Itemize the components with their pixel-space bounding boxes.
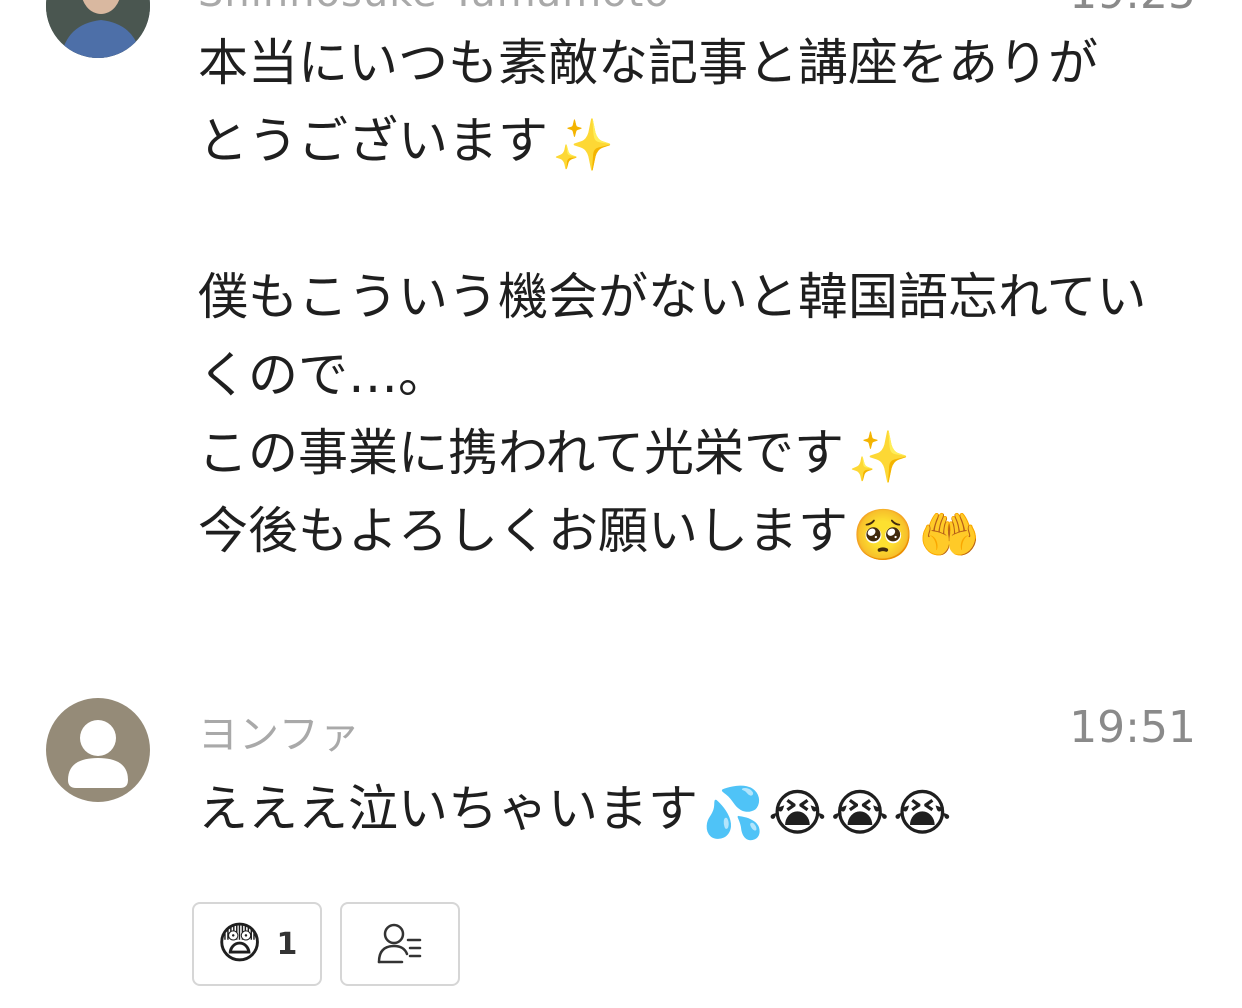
reaction-bar: 😨 1 xyxy=(192,902,460,986)
sparkles-icon: ✨ xyxy=(552,116,615,174)
message-line: とうございます✨ xyxy=(198,112,615,174)
message-line: くので…。 xyxy=(198,346,448,404)
crying-face-icon: 😭 xyxy=(768,784,827,842)
message-time: 19:51 xyxy=(1069,702,1196,753)
fearful-face-icon: 😨 xyxy=(216,918,263,969)
message-time: 19:25 xyxy=(1069,0,1196,19)
pleading-face-icon: 🥺 xyxy=(852,506,915,564)
reaction-count: 1 xyxy=(276,926,298,962)
crying-face-icon: 😭 xyxy=(830,784,890,842)
avatar[interactable] xyxy=(46,0,150,58)
message-line: 僕もこういう機会がないと韓国語忘れてい xyxy=(198,268,1147,326)
message-line: この事業に携われて光栄です✨ xyxy=(198,424,911,486)
message-line: 今後もよろしくお願いします🥺🤲 xyxy=(198,502,981,564)
user-photo-icon xyxy=(46,0,150,58)
message-line: えええ泣いちゃいます💦😭😭😭 xyxy=(198,780,952,842)
message-item: ヨンファ 19:51 えええ泣いちゃいます💦😭😭😭 xyxy=(0,690,1242,1008)
palms-up-icon: 🤲 xyxy=(918,506,981,564)
avatar[interactable] xyxy=(46,698,150,802)
reaction-users-button[interactable] xyxy=(340,902,460,986)
sender-name[interactable]: Shinnosuke Yamamoto xyxy=(198,0,670,16)
sparkles-icon: ✨ xyxy=(848,428,911,486)
reaction-users-icon xyxy=(377,923,422,964)
crying-face-icon: 😭 xyxy=(893,784,952,842)
message-text: 本当にいつも素敵な記事と講座をありが とうございます✨ 僕もこういう機会がないと… xyxy=(198,24,1198,570)
sweat-droplets-icon: 💦 xyxy=(702,784,765,842)
sender-name[interactable]: ヨンファ xyxy=(198,702,361,760)
line-break xyxy=(198,180,1198,258)
message-line: 本当にいつも素敵な記事と講座をありが xyxy=(198,34,1098,92)
reaction-button[interactable]: 😨 1 xyxy=(192,902,322,986)
message-item: Shinnosuke Yamamoto 19:25 本当にいつも素敵な記事と講座… xyxy=(0,0,1242,640)
message-text: えええ泣いちゃいます💦😭😭😭 xyxy=(198,770,1198,848)
default-user-icon xyxy=(68,720,128,788)
